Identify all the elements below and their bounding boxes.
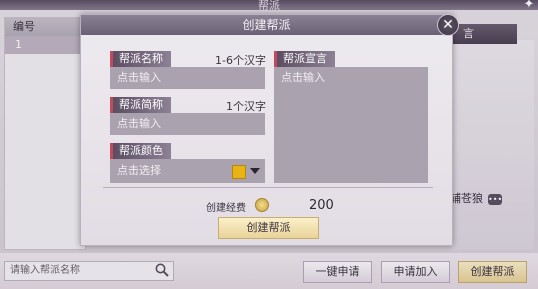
- guild-short-name-hint: 1个汉字: [226, 100, 266, 113]
- confirm-create-button[interactable]: 创建帮派: [218, 217, 319, 239]
- guild-color-label: 帮派颜色: [110, 143, 171, 159]
- guild-name-hint: 1-6个汉字: [215, 54, 266, 67]
- close-icon[interactable]: ✕: [437, 14, 459, 36]
- guild-declaration-input[interactable]: 点击输入: [274, 67, 428, 183]
- color-swatch[interactable]: [232, 165, 246, 179]
- creation-cost-value: 200: [309, 198, 334, 213]
- coin-icon: [255, 198, 269, 212]
- chevron-down-icon[interactable]: [250, 168, 260, 174]
- guild-name-input[interactable]: 点击输入: [110, 67, 265, 89]
- creation-cost-label: 创建经费: [206, 203, 246, 214]
- guild-short-name-label: 帮派简称: [110, 97, 171, 113]
- divider: [103, 187, 433, 188]
- guild-short-name-input[interactable]: 点击输入: [110, 113, 265, 135]
- guild-declaration-label: 帮派宣言: [274, 51, 335, 67]
- guild-name-label: 帮派名称: [110, 51, 171, 67]
- dialog-title: 创建帮派: [81, 15, 452, 35]
